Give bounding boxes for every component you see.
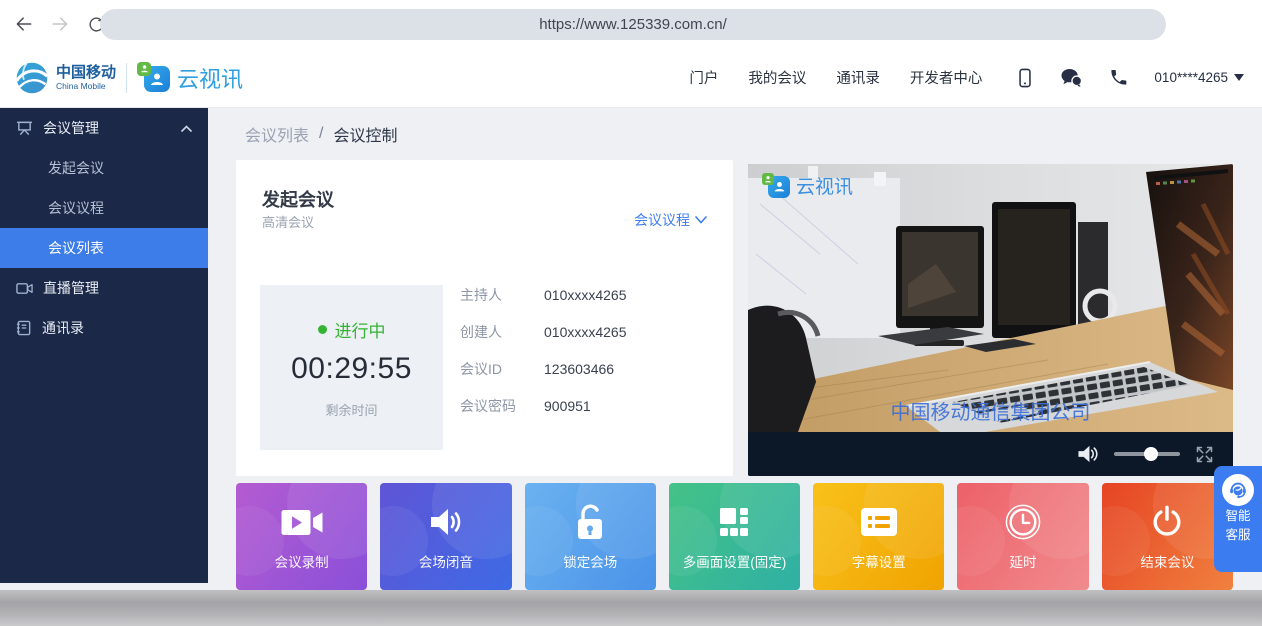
- yunshixun-logo-icon: [137, 62, 171, 94]
- mobile-phone-icon[interactable]: [1016, 68, 1034, 88]
- action-mute-venue[interactable]: 会场闭音: [380, 483, 511, 590]
- forward-icon[interactable]: [48, 12, 72, 36]
- action-multi-screen-settings[interactable]: 多画面设置(固定): [669, 483, 800, 590]
- field-meeting-id: 会议ID 123603466: [460, 350, 627, 387]
- nav-portal[interactable]: 门户: [689, 67, 718, 88]
- status-dot-icon: [318, 325, 327, 334]
- remaining-time: 00:29:55: [291, 352, 412, 386]
- field-meeting-password: 会议密码 900951: [460, 387, 627, 424]
- agenda-dropdown[interactable]: 会议议程: [634, 210, 707, 230]
- agenda-link-label: 会议议程: [634, 210, 690, 230]
- subtitle-list-icon: [860, 503, 898, 541]
- breadcrumb-separator: /: [319, 125, 323, 143]
- sidebar-group-label: 直播管理: [43, 278, 99, 298]
- video-watermark-brand: 云视讯: [796, 172, 853, 199]
- china-mobile-logo-icon: [14, 60, 50, 96]
- header-icons: [1016, 68, 1128, 88]
- action-subtitle-settings[interactable]: 字幕设置: [813, 483, 944, 590]
- meeting-management-icon: [16, 120, 33, 137]
- record-camera-icon: [281, 503, 323, 541]
- sidebar-item-meeting-agenda[interactable]: 会议议程: [0, 188, 208, 228]
- action-lock-venue[interactable]: 锁定会场: [525, 483, 656, 590]
- account-number: 010****4265: [1154, 70, 1228, 85]
- url-text: https://www.125339.com.cn/: [539, 16, 727, 33]
- support-label-line2: 客服: [1225, 527, 1250, 544]
- sidebar-group-live-management[interactable]: 直播管理: [0, 268, 208, 308]
- action-record-meeting[interactable]: 会议录制: [236, 483, 367, 590]
- speaker-icon[interactable]: [1076, 443, 1100, 465]
- nav-developer-center[interactable]: 开发者中心: [910, 67, 983, 88]
- meeting-card: 发起会议 高清会议 会议议程 进行中 00:29:55 剩余时间: [236, 160, 733, 476]
- sidebar-group-label: 通讯录: [42, 318, 84, 338]
- support-label-line1: 智能: [1225, 508, 1250, 525]
- delay-clock-icon: [1005, 503, 1041, 541]
- meeting-fields: 主持人 010xxxx4265 创建人 010xxxx4265 会议ID 123…: [460, 276, 627, 424]
- sidebar-item-start-meeting[interactable]: 发起会议: [0, 148, 208, 188]
- chevron-up-icon: [181, 125, 192, 132]
- brand-divider: [126, 63, 127, 93]
- field-host: 主持人 010xxxx4265: [460, 276, 627, 313]
- sidebar-group-meeting-management[interactable]: 会议管理: [0, 108, 208, 148]
- contacts-icon: [16, 320, 32, 336]
- status-label: 进行中: [335, 317, 386, 342]
- main-content: 会议列表 / 会议控制 发起会议 高清会议 会议议程 进行中: [208, 108, 1262, 590]
- volume-slider[interactable]: [1114, 452, 1180, 456]
- bottom-band: [0, 590, 1262, 626]
- mute-speaker-icon: [429, 503, 463, 541]
- headset-agent-icon: [1222, 474, 1254, 506]
- breadcrumb-meeting-control: 会议控制: [333, 122, 397, 146]
- phone-handset-icon[interactable]: [1109, 68, 1128, 87]
- nav-contacts[interactable]: 通讯录: [836, 67, 880, 88]
- screen: https://www.125339.com.cn/ 中国移动 China Mo…: [0, 0, 1262, 626]
- action-extend-time[interactable]: 延时: [957, 483, 1088, 590]
- smart-support-button[interactable]: 智能 客服: [1214, 466, 1262, 572]
- sidebar: 会议管理 发起会议 会议议程 会议列表 直播管理 通讯录: [0, 108, 208, 583]
- caret-down-icon: [1234, 74, 1244, 81]
- address-bar[interactable]: https://www.125339.com.cn/: [100, 9, 1166, 40]
- video-control-bar: [748, 432, 1233, 476]
- video-frame-image: [748, 164, 1233, 432]
- header-nav: 门户 我的会议 通讯录 开发者中心: [689, 67, 982, 88]
- meeting-title: 发起会议: [262, 186, 334, 212]
- nav-my-meetings[interactable]: 我的会议: [748, 67, 806, 88]
- breadcrumb-meeting-list[interactable]: 会议列表: [245, 122, 309, 146]
- browser-toolbar: https://www.125339.com.cn/: [0, 0, 1262, 49]
- app-body: 会议管理 发起会议 会议议程 会议列表 直播管理 通讯录: [0, 108, 1262, 590]
- live-management-icon: [16, 281, 33, 296]
- wechat-chat-icon[interactable]: [1060, 68, 1083, 88]
- multi-screen-icon: [719, 503, 749, 541]
- sidebar-item-meeting-list[interactable]: 会议列表: [0, 228, 208, 268]
- remaining-caption: 剩余时间: [325, 400, 377, 419]
- sidebar-group-contacts[interactable]: 通讯录: [0, 308, 208, 348]
- china-mobile-wordmark: 中国移动 China Mobile: [56, 65, 116, 91]
- app-header: 中国移动 China Mobile 云视讯 门户 我的会议 通讯录 开发者中心: [0, 48, 1262, 108]
- back-icon[interactable]: [12, 12, 36, 36]
- fullscreen-icon[interactable]: [1194, 444, 1215, 465]
- end-power-icon: [1150, 503, 1184, 541]
- unlock-icon: [573, 503, 607, 541]
- volume-slider-thumb[interactable]: [1144, 447, 1158, 461]
- account-menu[interactable]: 010****4265: [1154, 70, 1244, 85]
- breadcrumb: 会议列表 / 会议控制: [245, 122, 397, 146]
- sidebar-group-label: 会议管理: [43, 118, 99, 138]
- meeting-subtitle: 高清会议: [262, 212, 314, 231]
- video-watermark-company: 中国移动通信集团公司: [748, 396, 1233, 425]
- video-preview: 云视讯 中国移动通信集团公司: [748, 164, 1233, 476]
- product-name: 云视讯: [177, 62, 243, 94]
- video-watermark-logo: 云视讯: [762, 172, 853, 199]
- meeting-status-box: 进行中 00:29:55 剩余时间: [260, 285, 443, 450]
- field-creator: 创建人 010xxxx4265: [460, 313, 627, 350]
- chevron-down-icon: [695, 216, 707, 224]
- meeting-actions: 会议录制 会场闭音 锁定会场: [236, 483, 1233, 590]
